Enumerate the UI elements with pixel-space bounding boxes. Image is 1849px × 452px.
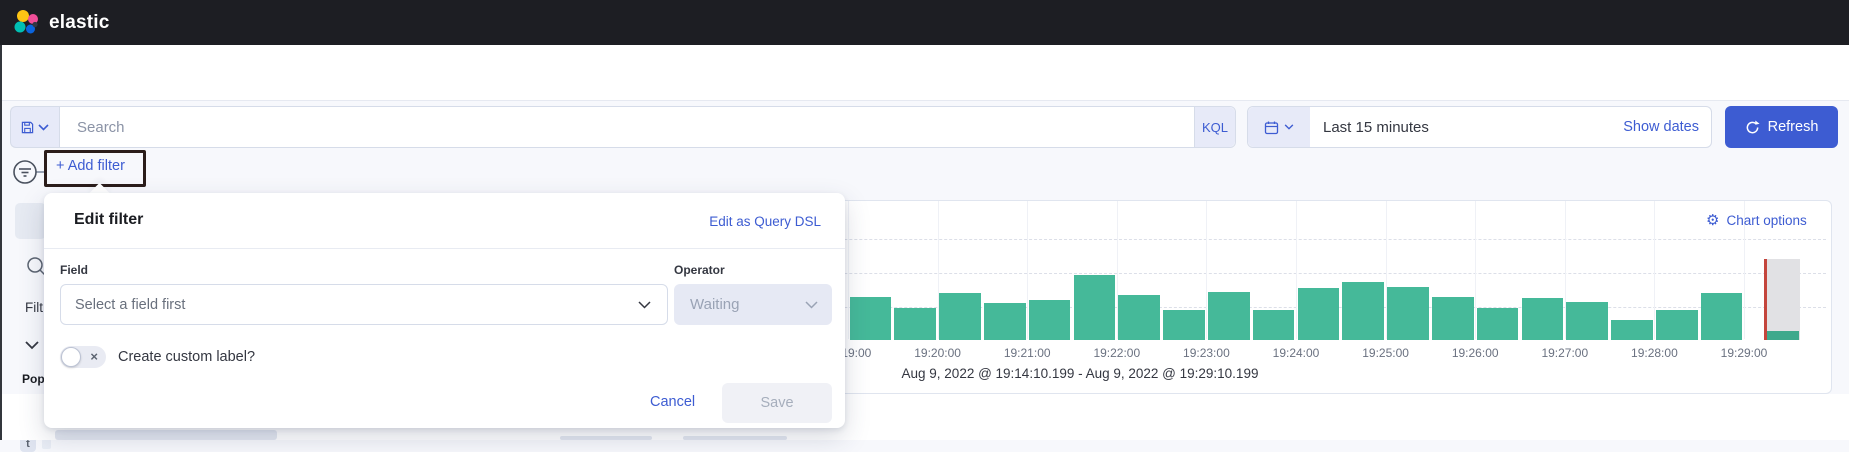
histogram-bar[interactable] bbox=[1163, 310, 1205, 340]
brand-text: elastic bbox=[49, 12, 110, 34]
sidebar-filter-label-fragment: Filt bbox=[25, 300, 43, 315]
operator-placeholder: Waiting bbox=[690, 296, 805, 313]
custom-label-toggle-label: Create custom label? bbox=[118, 349, 255, 365]
time-range-value[interactable]: Last 15 minutes bbox=[1323, 119, 1623, 136]
field-select[interactable]: Select a field first bbox=[60, 284, 668, 325]
sidebar-dataview-fragment[interactable] bbox=[15, 203, 46, 239]
chart-options-label: Chart options bbox=[1726, 213, 1806, 228]
histogram-bar[interactable] bbox=[1342, 282, 1384, 340]
current-time-marker bbox=[1764, 259, 1767, 340]
operator-label: Operator bbox=[674, 263, 725, 277]
saved-query-menu-button[interactable] bbox=[10, 106, 59, 148]
query-search-input[interactable]: Search KQL bbox=[59, 106, 1236, 148]
save-query-icon bbox=[21, 121, 34, 134]
histogram-bar[interactable] bbox=[1477, 308, 1519, 340]
table-fragment bbox=[683, 436, 787, 440]
incomplete-bucket-overlay bbox=[1766, 259, 1800, 340]
histogram-bar[interactable] bbox=[1298, 288, 1340, 340]
histogram-bar[interactable] bbox=[1432, 297, 1474, 340]
x-axis-tick-label: 19:27:00 bbox=[1541, 346, 1588, 360]
x-axis-tick-label: 19:24:00 bbox=[1273, 346, 1320, 360]
popover-save-label: Save bbox=[760, 395, 793, 411]
app-header bbox=[0, 45, 1849, 101]
refresh-button-label: Refresh bbox=[1768, 119, 1819, 135]
histogram-bar[interactable] bbox=[1701, 293, 1743, 340]
chevron-down-icon bbox=[805, 301, 818, 309]
x-axis-tick-label: 19:22:00 bbox=[1093, 346, 1140, 360]
time-range-caption: Aug 9, 2022 @ 19:14:10.199 - Aug 9, 2022… bbox=[780, 366, 1380, 381]
operator-select-disabled[interactable]: Waiting bbox=[674, 284, 832, 325]
window-left-edge bbox=[0, 45, 2, 440]
filter-set-icon[interactable] bbox=[12, 159, 38, 185]
popover-divider bbox=[44, 248, 845, 249]
histogram-bar[interactable] bbox=[1656, 310, 1698, 340]
histogram-bar[interactable] bbox=[984, 303, 1026, 340]
show-dates-link[interactable]: Show dates bbox=[1623, 119, 1699, 135]
cancel-button[interactable]: Cancel bbox=[650, 394, 695, 410]
histogram-bar[interactable] bbox=[1118, 295, 1160, 340]
x-axis-tick-label: 19:23:00 bbox=[1183, 346, 1230, 360]
histogram-bar[interactable] bbox=[939, 293, 981, 340]
x-axis-tick-label: 19:20:00 bbox=[914, 346, 961, 360]
field-name-fragment bbox=[42, 439, 51, 449]
popover-save-button-disabled[interactable]: Save bbox=[722, 383, 832, 423]
date-picker: Last 15 minutes Show dates bbox=[1247, 106, 1712, 148]
histogram-bar[interactable] bbox=[850, 297, 892, 340]
x-axis-tick-label: 19:28:00 bbox=[1631, 346, 1678, 360]
histogram-bar[interactable] bbox=[894, 308, 936, 340]
sidebar-popular-label-fragment: Pop bbox=[22, 372, 45, 386]
refresh-button[interactable]: Refresh bbox=[1725, 106, 1838, 148]
x-axis-tick-label: 19:25:00 bbox=[1362, 346, 1409, 360]
table-fragment bbox=[55, 430, 277, 440]
chevron-down-icon bbox=[638, 301, 651, 309]
global-header: elastic bbox=[0, 0, 1849, 45]
refresh-icon bbox=[1745, 120, 1760, 135]
chevron-down-icon bbox=[38, 124, 49, 131]
field-select-placeholder: Select a field first bbox=[75, 297, 638, 313]
x-axis-tick-label: 19:29:00 bbox=[1721, 346, 1768, 360]
custom-label-toggle[interactable]: × bbox=[60, 346, 106, 368]
chart-options-button[interactable]: ⚙ Chart options bbox=[1706, 213, 1807, 228]
field-label: Field bbox=[60, 263, 88, 277]
toggle-off-icon: × bbox=[90, 349, 98, 364]
histogram-bar[interactable] bbox=[1208, 292, 1250, 340]
histogram-bar[interactable] bbox=[1566, 302, 1608, 340]
calendar-icon bbox=[1264, 120, 1279, 135]
table-fragment bbox=[560, 436, 652, 440]
query-placeholder: Search bbox=[77, 119, 1194, 136]
edit-as-query-dsl-link[interactable]: Edit as Query DSL bbox=[585, 214, 821, 229]
elastic-logo-icon bbox=[12, 9, 40, 37]
toggle-knob bbox=[61, 347, 81, 367]
popover-title: Edit filter bbox=[74, 211, 143, 229]
histogram-bar[interactable] bbox=[1253, 310, 1295, 340]
histogram-bar[interactable] bbox=[1522, 298, 1564, 340]
x-axis-tick-label: 19:26:00 bbox=[1452, 346, 1499, 360]
elastic-logo[interactable]: elastic bbox=[12, 9, 110, 37]
chevron-down-icon bbox=[1284, 124, 1294, 130]
histogram-bar[interactable] bbox=[1029, 300, 1071, 340]
x-axis-tick-label: 19:21:00 bbox=[1004, 346, 1051, 360]
date-quick-select-button[interactable] bbox=[1248, 107, 1310, 147]
kql-language-button[interactable]: KQL bbox=[1194, 107, 1235, 147]
histogram-bar-partial[interactable] bbox=[1767, 331, 1799, 340]
histogram-bar[interactable] bbox=[1611, 320, 1653, 340]
gear-icon: ⚙ bbox=[1706, 213, 1719, 228]
sidebar-chevron-down-icon[interactable] bbox=[24, 340, 40, 350]
add-filter-button[interactable]: + Add filter bbox=[56, 158, 125, 174]
histogram-bar[interactable] bbox=[1387, 287, 1429, 340]
histogram-bar[interactable] bbox=[1074, 275, 1116, 340]
